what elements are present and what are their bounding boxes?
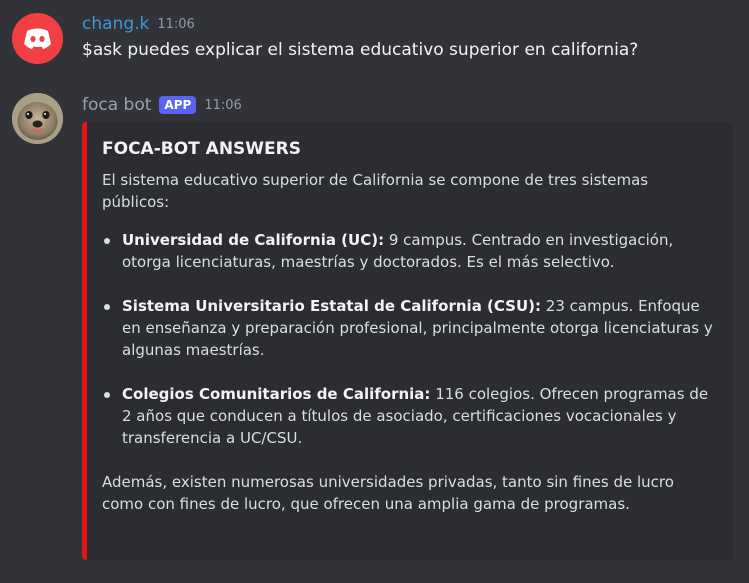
bot-avatar[interactable]	[12, 93, 63, 144]
app-badge: APP	[159, 96, 197, 114]
chat-log: chang.k 11:06 $ask puedes explicar el si…	[0, 0, 749, 583]
message-header: foca bot APP 11:06	[82, 92, 242, 118]
list-item: Universidad de California (UC): 9 campus…	[102, 229, 717, 273]
bullet-icon	[104, 392, 110, 398]
discord-logo-icon	[12, 13, 63, 64]
embed-intro: El sistema educativo superior de Califor…	[102, 171, 649, 211]
list-item: Colegios Comunitarios de California: 116…	[102, 383, 717, 449]
message-header: chang.k 11:06	[82, 11, 195, 37]
list-item: Sistema Universitario Estatal de Califor…	[102, 295, 717, 361]
username[interactable]: chang.k	[82, 14, 149, 34]
timestamp: 11:06	[204, 97, 242, 113]
list-item-heading: Colegios Comunitarios de California:	[122, 385, 431, 403]
embed-body: El sistema educativo superior de Califor…	[102, 169, 717, 515]
user-avatar[interactable]	[12, 13, 63, 64]
embed-title: FOCA-BOT ANSWERS	[102, 139, 302, 159]
timestamp: 11:06	[157, 16, 195, 32]
seal-avatar-icon	[12, 93, 63, 144]
list-item-heading: Universidad de California (UC):	[122, 231, 385, 249]
list-item-heading: Sistema Universitario Estatal de Califor…	[122, 297, 542, 315]
username[interactable]: foca bot	[82, 95, 151, 115]
message-text: $ask puedes explicar el sistema educativ…	[82, 40, 639, 60]
embed-list: Universidad de California (UC): 9 campus…	[102, 229, 717, 449]
embed-outro: Además, existen numerosas universidades …	[102, 473, 674, 513]
bot-embed: FOCA-BOT ANSWERS El sistema educativo su…	[82, 122, 733, 560]
bullet-icon	[104, 238, 110, 244]
bullet-icon	[104, 304, 110, 310]
